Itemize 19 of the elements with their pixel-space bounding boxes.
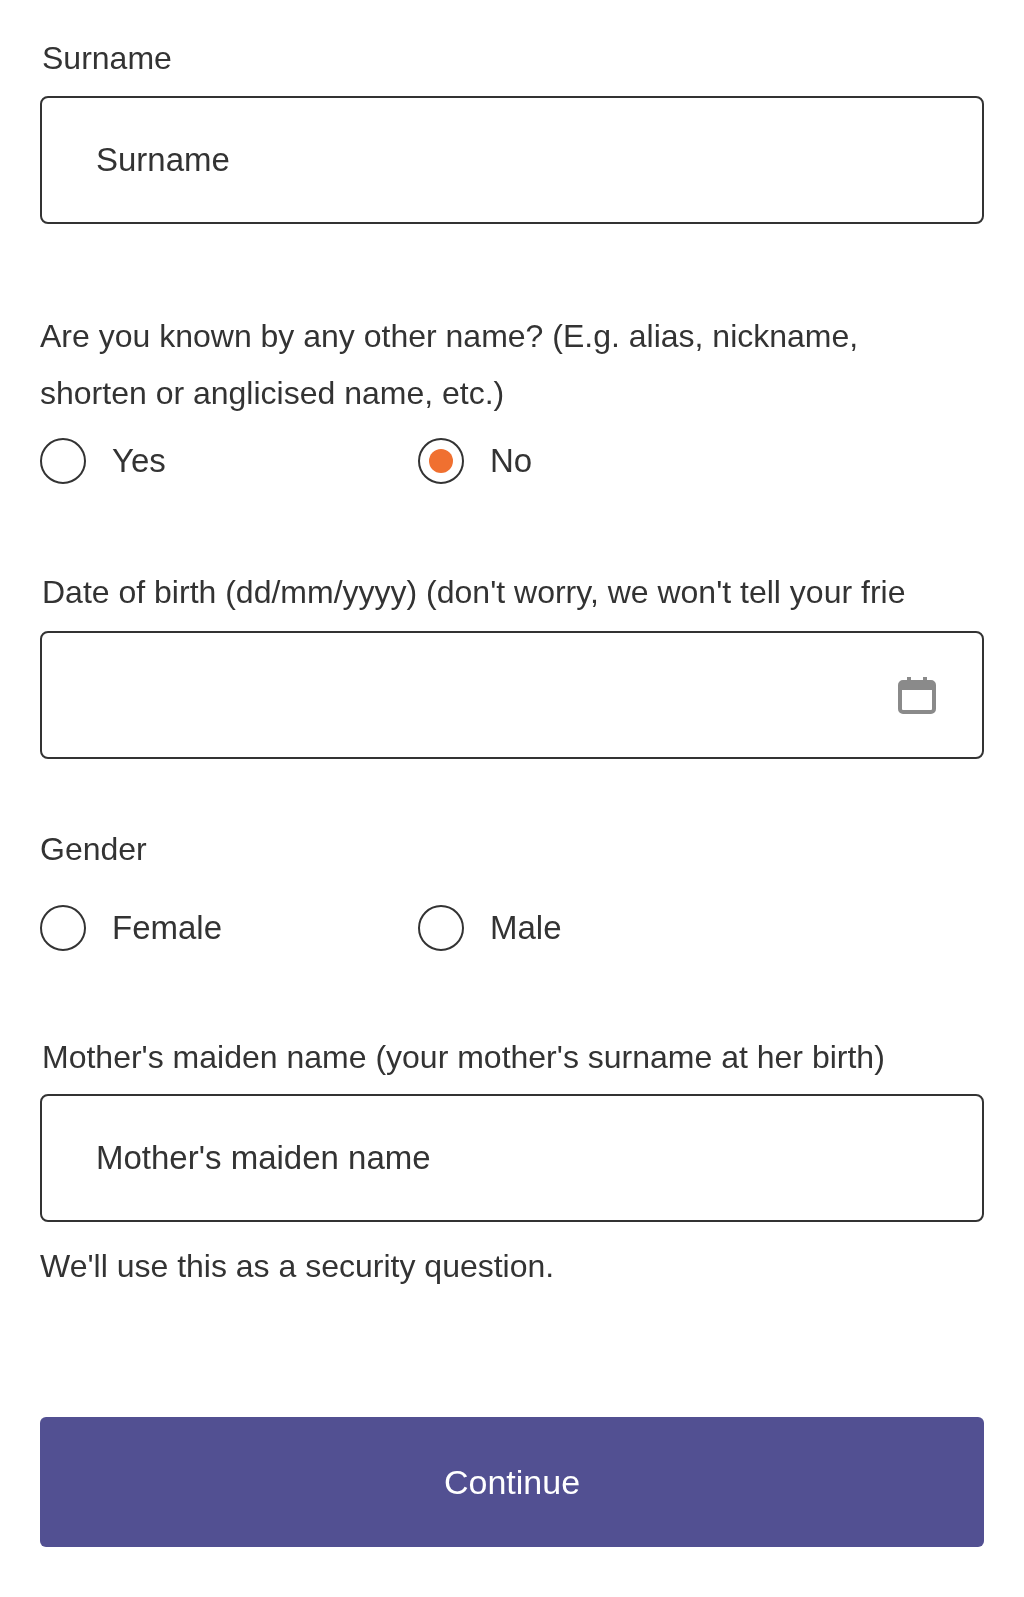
- radio-button-icon: [40, 904, 86, 951]
- field-label: Gender: [40, 830, 148, 870]
- radio-option[interactable]: Female: [40, 904, 418, 951]
- field-label: Mother's maiden name (your mother's surname at her birth): [42, 1037, 886, 1077]
- maiden-name-input-field[interactable]: Mother's maiden name: [40, 1094, 984, 1223]
- radio-button-icon: [40, 437, 86, 484]
- radio-option[interactable]: No: [418, 437, 796, 484]
- calendar-icon[interactable]: [898, 676, 936, 715]
- radio-option[interactable]: Yes: [40, 437, 418, 484]
- radio-button-icon: [418, 437, 464, 484]
- radio-option[interactable]: Male: [418, 904, 796, 951]
- help-text: We'll use this as a security question.: [40, 1248, 556, 1286]
- field-label: Date of birth (dd/mm/yyyy) (don't worry, we won't tell your frie: [42, 572, 907, 612]
- radio-button-icon: [418, 904, 464, 951]
- continue-button[interactable]: Continue: [40, 1417, 984, 1548]
- date-input-field[interactable]: [40, 631, 984, 760]
- surname-input-field[interactable]: Surname: [40, 95, 984, 224]
- field-label: Surname: [42, 39, 173, 78]
- question-text: Are you known by any other name? (E.g. alias, nickname, shorten or anglicised name, etc.): [40, 316, 860, 413]
